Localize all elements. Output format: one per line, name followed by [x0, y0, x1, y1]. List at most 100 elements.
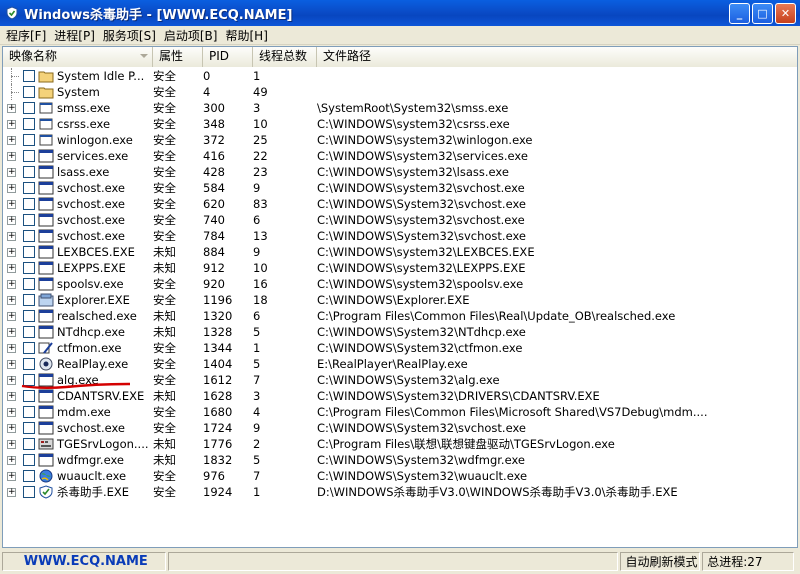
menu-program[interactable]: 程序[F]: [2, 27, 50, 44]
row-checkbox[interactable]: [23, 470, 35, 482]
process-row[interactable]: + TGESrvLogon.... 未知 1776 2 C:\Program Files\…: [3, 436, 797, 452]
row-checkbox[interactable]: [23, 438, 35, 450]
expand-toggle[interactable]: +: [3, 340, 21, 356]
process-row[interactable]: + ctfmon.exe 安全 1344 1 C:\WINDOWS\System32\ct…: [3, 340, 797, 356]
column-header-file-path[interactable]: 文件路径: [317, 47, 797, 67]
row-checkbox[interactable]: [23, 262, 35, 274]
close-button[interactable]: ✕: [775, 3, 796, 24]
process-row[interactable]: + NTdhcp.exe 未知 1328 5 C:\WINDOWS\System32\NT…: [3, 324, 797, 340]
column-header-image-name[interactable]: 映像名称: [3, 47, 153, 67]
process-row[interactable]: + svchost.exe 安全 784 13 C:\WINDOWS\System32\s…: [3, 228, 797, 244]
row-checkbox[interactable]: [23, 102, 35, 114]
minimize-button[interactable]: _: [729, 3, 750, 24]
process-row[interactable]: + LEXBCES.EXE 未知 884 9 C:\WINDOWS\system32\LE…: [3, 244, 797, 260]
row-checkbox[interactable]: [23, 150, 35, 162]
row-checkbox[interactable]: [23, 214, 35, 226]
status-url[interactable]: WWW.ECQ.NAME: [2, 552, 166, 571]
process-pid: 1196: [203, 293, 233, 307]
process-row[interactable]: + svchost.exe 安全 584 9 C:\WINDOWS\system32\sv…: [3, 180, 797, 196]
process-row[interactable]: + 杀毒助手.EXE 安全 1924 1 D:\WINDOWS杀毒助手V3.0\WINDO…: [3, 484, 797, 500]
expand-toggle[interactable]: +: [3, 484, 21, 500]
expand-toggle[interactable]: +: [3, 132, 21, 148]
expand-toggle[interactable]: +: [3, 292, 21, 308]
row-checkbox[interactable]: [23, 294, 35, 306]
row-checkbox[interactable]: [23, 390, 35, 402]
process-row[interactable]: System Idle P... 安全 0 1: [3, 68, 797, 84]
row-checkbox[interactable]: [23, 134, 35, 146]
column-header-pid[interactable]: PID: [203, 47, 253, 67]
expand-toggle[interactable]: +: [3, 260, 21, 276]
row-checkbox[interactable]: [23, 310, 35, 322]
row-checkbox[interactable]: [23, 486, 35, 498]
process-row[interactable]: + svchost.exe 安全 620 83 C:\WINDOWS\System32\s…: [3, 196, 797, 212]
expand-toggle[interactable]: +: [3, 468, 21, 484]
expand-toggle[interactable]: +: [3, 148, 21, 164]
expand-toggle[interactable]: +: [3, 372, 21, 388]
menu-services[interactable]: 服务项[S]: [99, 27, 160, 44]
expand-toggle[interactable]: +: [3, 196, 21, 212]
process-row[interactable]: + winlogon.exe 安全 372 25 C:\WINDOWS\system32\…: [3, 132, 797, 148]
process-row[interactable]: + services.exe 安全 416 22 C:\WINDOWS\system32\…: [3, 148, 797, 164]
expand-toggle[interactable]: +: [3, 180, 21, 196]
expand-toggle[interactable]: +: [3, 452, 21, 468]
process-row[interactable]: + svchost.exe 安全 740 6 C:\WINDOWS\system32\sv…: [3, 212, 797, 228]
process-row[interactable]: + RealPlay.exe 安全 1404 5 E:\RealPlayer\RealPl…: [3, 356, 797, 372]
row-checkbox[interactable]: [23, 422, 35, 434]
process-list[interactable]: 映像名称 属性 PID 线程总数 文件路径 System Idle P... 安全…: [2, 46, 798, 548]
process-name: 杀毒助手.EXE: [57, 485, 130, 499]
expand-toggle[interactable]: +: [3, 324, 21, 340]
expand-toggle[interactable]: +: [3, 228, 21, 244]
row-checkbox[interactable]: [23, 182, 35, 194]
row-checkbox[interactable]: [23, 86, 35, 98]
process-row[interactable]: + wuauclt.exe 安全 976 7 C:\WINDOWS\System32\wu…: [3, 468, 797, 484]
process-row[interactable]: + svchost.exe 安全 1724 9 C:\WINDOWS\System32\s…: [3, 420, 797, 436]
expand-toggle[interactable]: +: [3, 388, 21, 404]
row-checkbox[interactable]: [23, 230, 35, 242]
process-row[interactable]: System 安全 4 49: [3, 84, 797, 100]
menu-startup[interactable]: 启动项[B]: [160, 27, 222, 44]
process-thread-count: 6: [253, 309, 261, 323]
row-checkbox[interactable]: [23, 454, 35, 466]
process-row[interactable]: + Explorer.EXE 安全 1196 18 C:\WINDOWS\Explorer…: [3, 292, 797, 308]
expand-toggle[interactable]: +: [3, 276, 21, 292]
expand-toggle[interactable]: +: [3, 244, 21, 260]
expand-toggle[interactable]: +: [3, 356, 21, 372]
expand-toggle[interactable]: +: [3, 100, 21, 116]
process-name: System: [57, 85, 100, 99]
row-checkbox[interactable]: [23, 166, 35, 178]
row-checkbox[interactable]: [23, 70, 35, 82]
expand-toggle[interactable]: +: [3, 212, 21, 228]
row-checkbox[interactable]: [23, 246, 35, 258]
row-checkbox[interactable]: [23, 358, 35, 370]
row-checkbox[interactable]: [23, 278, 35, 290]
expand-toggle[interactable]: +: [3, 420, 21, 436]
expand-toggle[interactable]: +: [3, 308, 21, 324]
menu-help[interactable]: 帮助[H]: [221, 27, 271, 44]
process-row[interactable]: + CDANTSRV.EXE 未知 1628 3 C:\WINDOWS\System32\…: [3, 388, 797, 404]
process-row[interactable]: + smss.exe 安全 300 3 \SystemRoot\System32\smss…: [3, 100, 797, 116]
expand-toggle[interactable]: +: [3, 116, 21, 132]
process-attribute: 安全: [153, 213, 176, 227]
process-row[interactable]: + realsched.exe 未知 1320 6 C:\Program Files\Co…: [3, 308, 797, 324]
process-row[interactable]: + csrss.exe 安全 348 10 C:\WINDOWS\system32\csr…: [3, 116, 797, 132]
process-name: spoolsv.exe: [57, 277, 124, 291]
row-checkbox[interactable]: [23, 198, 35, 210]
row-checkbox[interactable]: [23, 342, 35, 354]
process-row[interactable]: + mdm.exe 安全 1680 4 C:\Program Files\Common F…: [3, 404, 797, 420]
process-row[interactable]: + lsass.exe 安全 428 23 C:\WINDOWS\system32\lsa…: [3, 164, 797, 180]
row-checkbox[interactable]: [23, 406, 35, 418]
expand-toggle[interactable]: +: [3, 436, 21, 452]
process-thread-count: 7: [253, 469, 261, 483]
expand-toggle[interactable]: +: [3, 404, 21, 420]
column-header-attribute[interactable]: 属性: [153, 47, 203, 67]
process-row[interactable]: + wdfmgr.exe 未知 1832 5 C:\WINDOWS\System32\wd…: [3, 452, 797, 468]
process-row[interactable]: + spoolsv.exe 安全 920 16 C:\WINDOWS\system32\s…: [3, 276, 797, 292]
process-row[interactable]: + LEXPPS.EXE 未知 912 10 C:\WINDOWS\system32\LE…: [3, 260, 797, 276]
title-bar[interactable]: Windows杀毒助手 - [WWW.ECQ.NAME] _ □ ✕: [0, 0, 800, 26]
column-header-threads[interactable]: 线程总数: [253, 47, 317, 67]
menu-process[interactable]: 进程[P]: [50, 27, 99, 44]
expand-toggle[interactable]: +: [3, 164, 21, 180]
maximize-button[interactable]: □: [752, 3, 773, 24]
row-checkbox[interactable]: [23, 118, 35, 130]
row-checkbox[interactable]: [23, 326, 35, 338]
